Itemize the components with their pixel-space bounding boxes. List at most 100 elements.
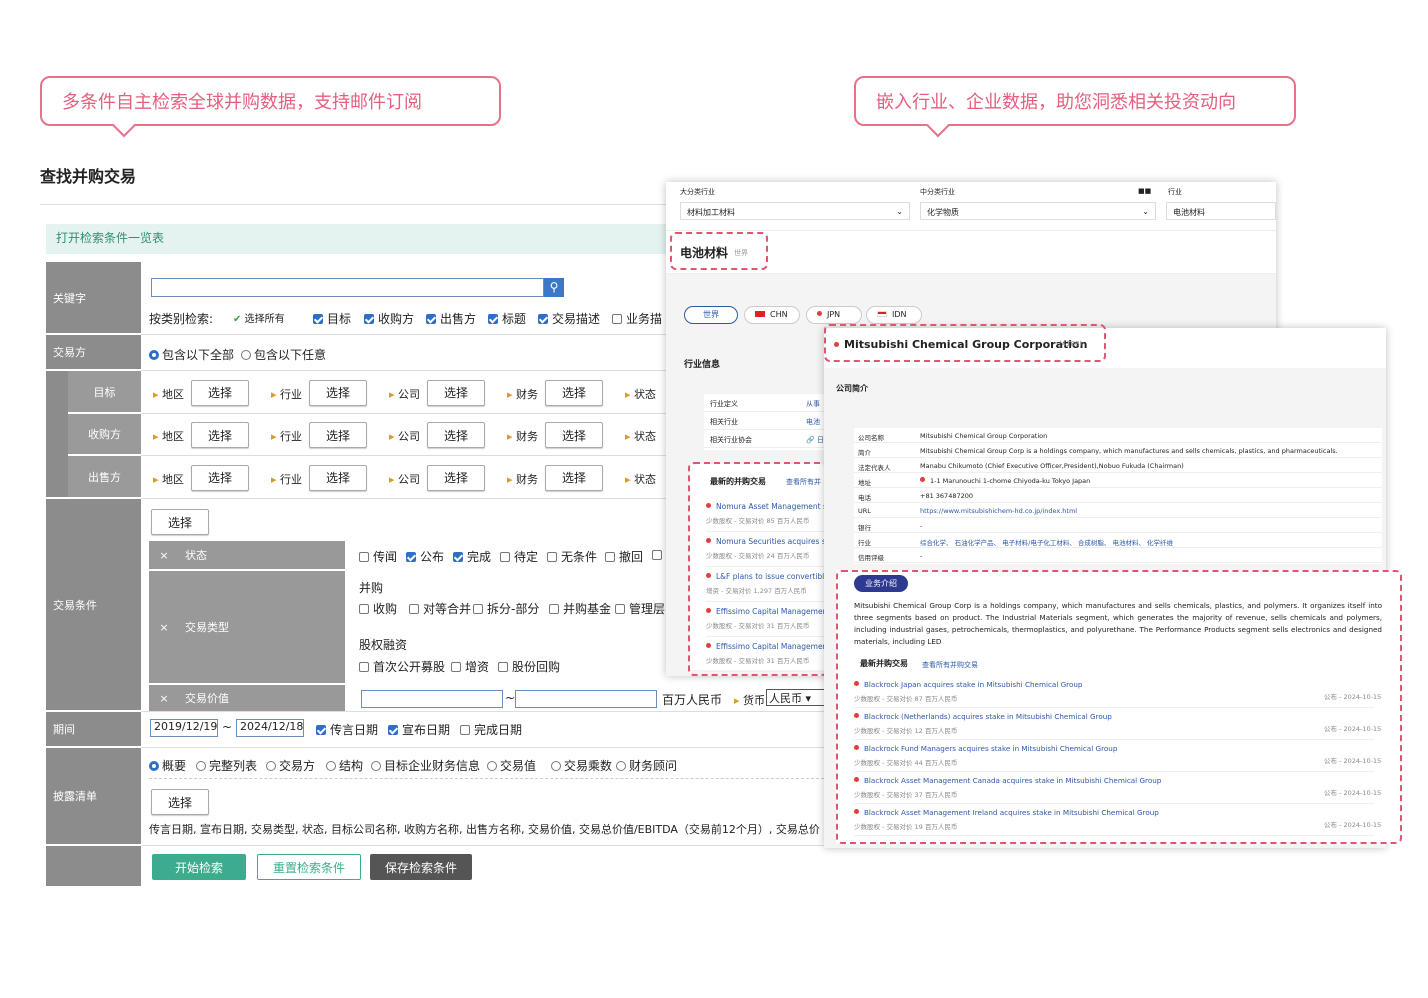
l2-select[interactable]: 化学物质 ⌄ — [920, 202, 1156, 220]
cat-seller[interactable]: 出售方 — [426, 310, 476, 327]
currency-select[interactable]: 人民币 ▾ — [766, 689, 826, 706]
ma-spinoff[interactable]: 拆分-部分 — [473, 600, 539, 617]
company-key: 地址 — [858, 479, 871, 487]
company-table: 公司名称 Mitsubishi Chemical Group Corporatio… — [854, 428, 1382, 564]
eq-buyback[interactable]: 股份回购 — [498, 658, 560, 675]
select-button[interactable]: 选择 — [545, 422, 603, 448]
company-value: Mitsubishi Chemical Group Corporation — [920, 432, 1048, 440]
filter-label: 行业 — [271, 386, 302, 402]
select-button[interactable]: 选择 — [309, 422, 367, 448]
select-button[interactable]: 选择 — [545, 464, 603, 491]
ma-acquisition[interactable]: 收购 — [359, 600, 397, 617]
select-all[interactable]: ✔ 选择所有 — [233, 310, 285, 325]
highlight-company — [824, 324, 1106, 362]
status-announced[interactable]: 公布 — [406, 548, 444, 565]
tab-idn[interactable]: IDN — [866, 306, 922, 324]
tab-chn[interactable]: CHN — [744, 306, 800, 324]
value-unit: 百万人民币 — [662, 693, 723, 707]
radio-any[interactable]: 包含以下任意 — [241, 346, 326, 363]
company-row: 信用评级 - — [854, 548, 1382, 563]
company-row: 公司名称 Mitsubishi Chemical Group Corporatio… — [854, 428, 1382, 443]
filter-label: 财务 — [507, 386, 538, 402]
period-row: 2019/12/19 ~ 2024/12/18 传言日期 宣布日期 完成日期 — [141, 712, 846, 748]
list-option[interactable]: 概要 — [149, 757, 186, 774]
status-rumor[interactable]: 传闻 — [359, 548, 397, 565]
select-button[interactable]: 选择 — [309, 464, 367, 491]
filter-label: 地区 — [153, 471, 184, 487]
save-conditions-button[interactable]: 保存检索条件 — [370, 854, 472, 880]
period-complete[interactable]: 完成日期 — [460, 721, 522, 738]
list-option[interactable]: 交易方 — [266, 757, 315, 774]
select-button[interactable]: 选择 — [427, 464, 485, 491]
callout-embed: 嵌入行业、企业数据，助您洞悉相关投资动向 — [854, 76, 1296, 126]
select-button[interactable]: 选择 — [191, 422, 249, 448]
label-seller: 出售方 — [68, 456, 141, 499]
info-key: 相关行业协会 — [710, 436, 752, 444]
label-keyword: 关键字 — [46, 262, 141, 335]
status-pending[interactable]: 待定 — [500, 548, 538, 565]
period-announce[interactable]: 宣布日期 — [388, 721, 450, 738]
remove-value-icon[interactable]: × — [149, 685, 179, 711]
list-select-button[interactable]: 选择 — [151, 789, 209, 815]
conditions-select-button[interactable]: 选择 — [151, 509, 209, 535]
chevron-down-icon: ⌄ — [1142, 207, 1149, 216]
select-button[interactable]: 选择 — [191, 464, 249, 491]
remove-type-icon[interactable]: × — [149, 571, 179, 683]
ma-merger[interactable]: 对等合并 — [409, 600, 471, 617]
cat-acquirer[interactable]: 收购方 — [364, 310, 414, 327]
value-max-input[interactable] — [515, 690, 657, 708]
value-min-input[interactable] — [361, 690, 503, 708]
select-button[interactable]: 选择 — [545, 379, 603, 406]
list-option[interactable]: 交易乘数 — [551, 757, 612, 774]
select-button[interactable]: 选择 — [309, 379, 367, 406]
list-option[interactable]: 完整列表 — [196, 757, 257, 774]
filter-label: 公司 — [389, 471, 420, 487]
info-row: 相关行业 电池 — [704, 412, 834, 430]
l3-select[interactable]: 电池材料 — [1166, 202, 1276, 220]
eq-ipo[interactable]: 首次公开募股 — [359, 658, 445, 675]
remove-status-icon[interactable]: × — [149, 541, 179, 569]
info-value: 电池 — [806, 418, 820, 426]
status-completed[interactable]: 完成 — [453, 548, 491, 565]
radio-all[interactable]: 包含以下全部 — [149, 346, 234, 363]
tab-world[interactable]: 世界 — [684, 306, 738, 324]
label-period: 期间 — [46, 712, 141, 748]
filter-label: 地区 — [153, 428, 184, 444]
period-from-input[interactable]: 2019/12/19 — [150, 719, 218, 737]
cat-description[interactable]: 交易描述 — [538, 310, 600, 327]
ma-management[interactable]: 管理层 — [615, 600, 665, 617]
status-withdrawn[interactable]: 撤回 — [605, 548, 643, 565]
keyword-input[interactable] — [151, 278, 544, 297]
company-value: Manabu Chikumoto (Chief Executive Office… — [920, 462, 1184, 470]
open-condition-list[interactable]: 打开检索条件一览表 — [46, 224, 666, 254]
search-icon[interactable]: ⚲ — [544, 278, 564, 297]
list-option[interactable]: 财务顾问 — [616, 757, 677, 774]
reset-button[interactable]: 重置检索条件 — [257, 854, 361, 880]
period-rumor[interactable]: 传言日期 — [316, 721, 378, 738]
cat-business[interactable]: 业务描 — [612, 310, 662, 327]
select-button[interactable]: 选择 — [427, 422, 485, 448]
tab-jpn[interactable]: JPN — [806, 306, 862, 324]
eq-capital[interactable]: 增资 — [451, 658, 489, 675]
list-fields: 传言日期, 宣布日期, 交易类型, 状态, 目标公司名称, 收购方名称, 出售方… — [149, 823, 820, 836]
select-button[interactable]: 选择 — [191, 379, 249, 406]
ma-fund[interactable]: 并购基金 — [549, 600, 611, 617]
by-category-label: 按类别检索: — [149, 312, 214, 326]
cat-target[interactable]: 目标 — [313, 310, 351, 327]
chevron-down-icon: ▾ — [805, 692, 812, 705]
filter-label: 行业 — [271, 428, 302, 444]
status-unconditional[interactable]: 无条件 — [547, 548, 597, 565]
page-title: 查找并购交易 — [40, 167, 137, 186]
period-to-input[interactable]: 2024/12/18 — [236, 719, 304, 737]
list-option[interactable]: 交易值 — [487, 757, 536, 774]
start-search-button[interactable]: 开始检索 — [152, 854, 246, 880]
cat-title[interactable]: 标题 — [488, 310, 526, 327]
company-row: 电话 +81 367487200 — [854, 488, 1382, 503]
l1-select[interactable]: 材料加工材料 ⌄ — [680, 202, 910, 220]
party-spacer — [46, 371, 68, 499]
list-option[interactable]: 结构 — [326, 757, 363, 774]
list-option[interactable]: 目标企业财务信息 — [371, 757, 480, 774]
company-value: 综合化学、 石油化学产品、 电子材料/电子化工材料、 合成树脂、 电池材料、 化… — [920, 539, 1174, 547]
status-more[interactable] — [652, 548, 666, 562]
select-button[interactable]: 选择 — [427, 379, 485, 406]
